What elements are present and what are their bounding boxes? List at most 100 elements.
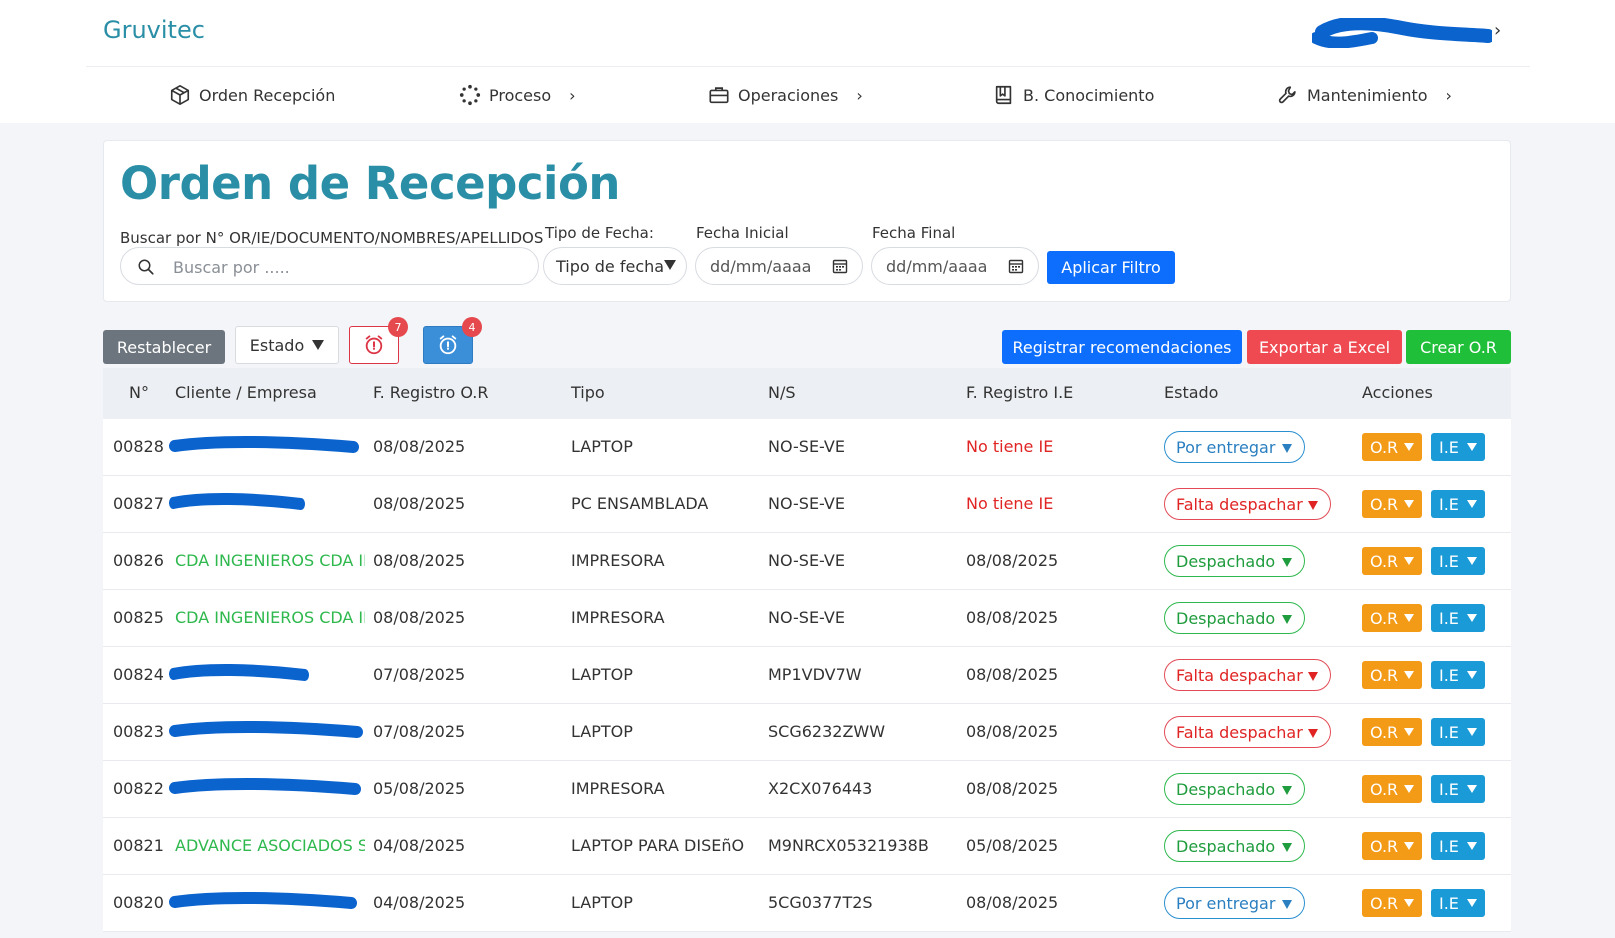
action-label: O.R	[1370, 893, 1399, 913]
caret-down-icon	[1467, 443, 1477, 451]
reset-button[interactable]: Restablecer	[103, 330, 225, 364]
ie-actions-dropdown[interactable]: I.E	[1431, 718, 1485, 746]
table-row[interactable]: 00828 08/08/2025 LAPTOP NO-SE-VE No tiene IE…	[103, 419, 1511, 476]
action-label: O.R	[1370, 608, 1399, 628]
ie-actions-dropdown[interactable]: I.E	[1431, 547, 1485, 575]
ie-actions-dropdown[interactable]: I.E	[1431, 889, 1485, 917]
cell-client[interactable]: CDA INGENIEROS CDA INGENIEROS	[175, 551, 365, 570]
caret-down-icon	[1467, 614, 1477, 622]
nav-proceso[interactable]: Proceso ›	[459, 78, 576, 112]
caret-down-icon	[1404, 728, 1414, 736]
cell-tipo: IMPRESORA	[571, 608, 665, 627]
caret-down-icon	[1404, 671, 1414, 679]
search-input[interactable]	[173, 254, 523, 280]
status-label: Por entregar	[1176, 893, 1276, 913]
orders-table: N° Cliente / Empresa F. Registro O.R Tip…	[103, 368, 1511, 932]
or-actions-dropdown[interactable]: O.R	[1362, 433, 1422, 461]
status-dropdown[interactable]: Despachado	[1164, 773, 1305, 805]
nav-label: Orden Recepción	[199, 85, 336, 105]
ie-actions-dropdown[interactable]: I.E	[1431, 775, 1485, 803]
action-label: I.E	[1439, 551, 1459, 571]
status-label: Por entregar	[1176, 437, 1276, 457]
start-date-input[interactable]: dd/mm/aaaa	[695, 247, 863, 285]
search-field[interactable]	[120, 247, 539, 285]
search-icon	[138, 259, 154, 275]
register-recommendations-button[interactable]: Registrar recomendaciones	[1002, 330, 1242, 364]
status-label: Falta despachar	[1176, 665, 1303, 685]
status-dropdown[interactable]: Por entregar	[1164, 431, 1305, 463]
status-dropdown[interactable]: Despachado	[1164, 602, 1305, 634]
cell-num: 00823	[113, 722, 164, 741]
alarm-pending-button[interactable]: 4	[423, 317, 482, 364]
cell-client[interactable]: CDA INGENIEROS CDA INGENIEROS	[175, 608, 365, 627]
action-label: O.R	[1370, 494, 1399, 514]
status-dropdown[interactable]: Falta despachar	[1164, 488, 1331, 520]
caret-down-icon	[1404, 443, 1414, 451]
date-type-select[interactable]: Tipo de fecha	[543, 247, 687, 285]
apply-filter-button[interactable]: Aplicar Filtro	[1047, 251, 1175, 284]
action-label: O.R	[1370, 836, 1399, 856]
cell-client[interactable]: ADVANCE ASOCIADOS SAC	[175, 836, 365, 855]
table-row[interactable]: 00820 04/08/2025 LAPTOP 5CG0377T2S 08/08/202…	[103, 875, 1511, 932]
ie-actions-dropdown[interactable]: I.E	[1431, 433, 1485, 461]
or-actions-dropdown[interactable]: O.R	[1362, 604, 1422, 632]
redacted-client-scribble	[169, 777, 361, 795]
user-menu[interactable]: ›	[1312, 12, 1512, 54]
table-row[interactable]: 00824 07/08/2025 LAPTOP MP1VDV7W 08/08/2025 F…	[103, 647, 1511, 704]
table-row[interactable]: 00821 ADVANCE ASOCIADOS SAC 04/08/2025 LAPT…	[103, 818, 1511, 875]
or-actions-dropdown[interactable]: O.R	[1362, 718, 1422, 746]
table-row[interactable]: 00825 CDA INGENIEROS CDA INGENIEROS 08/08/…	[103, 590, 1511, 647]
header-num[interactable]: N°	[129, 383, 149, 402]
or-actions-dropdown[interactable]: O.R	[1362, 547, 1422, 575]
cell-fecha-or: 08/08/2025	[373, 437, 466, 456]
ie-actions-dropdown[interactable]: I.E	[1431, 490, 1485, 518]
caret-down-icon	[1404, 842, 1414, 850]
ie-actions-dropdown[interactable]: I.E	[1431, 661, 1485, 689]
calendar-icon[interactable]	[832, 258, 848, 274]
or-actions-dropdown[interactable]: O.R	[1362, 661, 1422, 689]
header-client[interactable]: Cliente / Empresa	[175, 383, 317, 402]
calendar-icon[interactable]	[1008, 258, 1024, 274]
status-dropdown[interactable]: Falta despachar	[1164, 659, 1331, 691]
or-actions-dropdown[interactable]: O.R	[1362, 490, 1422, 518]
nav-operaciones[interactable]: Operaciones ›	[708, 78, 863, 112]
cell-tipo: IMPRESORA	[571, 551, 665, 570]
table-row[interactable]: 00827 08/08/2025 PC ENSAMBLADA NO-SE-VE No t…	[103, 476, 1511, 533]
action-label: I.E	[1439, 608, 1459, 628]
status-dropdown[interactable]: Despachado	[1164, 545, 1305, 577]
estado-dropdown[interactable]: Estado	[235, 326, 339, 364]
header-fecha-ie[interactable]: F. Registro I.E	[966, 383, 1073, 402]
date-type-label: Tipo de Fecha:	[545, 224, 654, 242]
table-row[interactable]: 00823 07/08/2025 LAPTOP SCG6232ZWW 08/08/202…	[103, 704, 1511, 761]
header-tipo[interactable]: Tipo	[571, 383, 605, 402]
nav-mantenimiento[interactable]: Mantenimiento ›	[1277, 78, 1452, 112]
table-header: N° Cliente / Empresa F. Registro O.R Tip…	[103, 368, 1511, 419]
nav-conocimiento[interactable]: B. Conocimiento	[993, 78, 1154, 112]
cell-tipo: LAPTOP	[571, 893, 633, 912]
export-excel-button[interactable]: Exportar a Excel	[1247, 330, 1402, 364]
end-date-label: Fecha Final	[872, 224, 956, 242]
header-ns[interactable]: N/S	[768, 383, 796, 402]
alarm-overdue-button[interactable]: 7	[349, 317, 408, 364]
or-actions-dropdown[interactable]: O.R	[1362, 889, 1422, 917]
cell-fecha-ie: No tiene IE	[966, 494, 1054, 513]
ie-actions-dropdown[interactable]: I.E	[1431, 832, 1485, 860]
or-actions-dropdown[interactable]: O.R	[1362, 832, 1422, 860]
end-date-input[interactable]: dd/mm/aaaa	[871, 247, 1039, 285]
header-estado[interactable]: Estado	[1164, 383, 1218, 402]
redacted-client-scribble	[169, 435, 359, 453]
nav-orden-recepcion[interactable]: Orden Recepción	[169, 78, 335, 112]
caret-down-icon	[1404, 500, 1414, 508]
create-or-button[interactable]: Crear O.R	[1406, 330, 1511, 364]
table-row[interactable]: 00822 05/08/2025 IMPRESORA X2CX076443 08/08/…	[103, 761, 1511, 818]
status-dropdown[interactable]: Por entregar	[1164, 887, 1305, 919]
status-dropdown[interactable]: Despachado	[1164, 830, 1305, 862]
alarm-count-badge: 7	[388, 317, 408, 337]
or-actions-dropdown[interactable]: O.R	[1362, 775, 1422, 803]
table-row[interactable]: 00826 CDA INGENIEROS CDA INGENIEROS 08/08/…	[103, 533, 1511, 590]
chevron-right-icon: ›	[1494, 20, 1502, 41]
brand-logo[interactable]: Gruvitec	[103, 16, 205, 44]
status-dropdown[interactable]: Falta despachar	[1164, 716, 1331, 748]
ie-actions-dropdown[interactable]: I.E	[1431, 604, 1485, 632]
header-fecha-or[interactable]: F. Registro O.R	[373, 383, 489, 402]
